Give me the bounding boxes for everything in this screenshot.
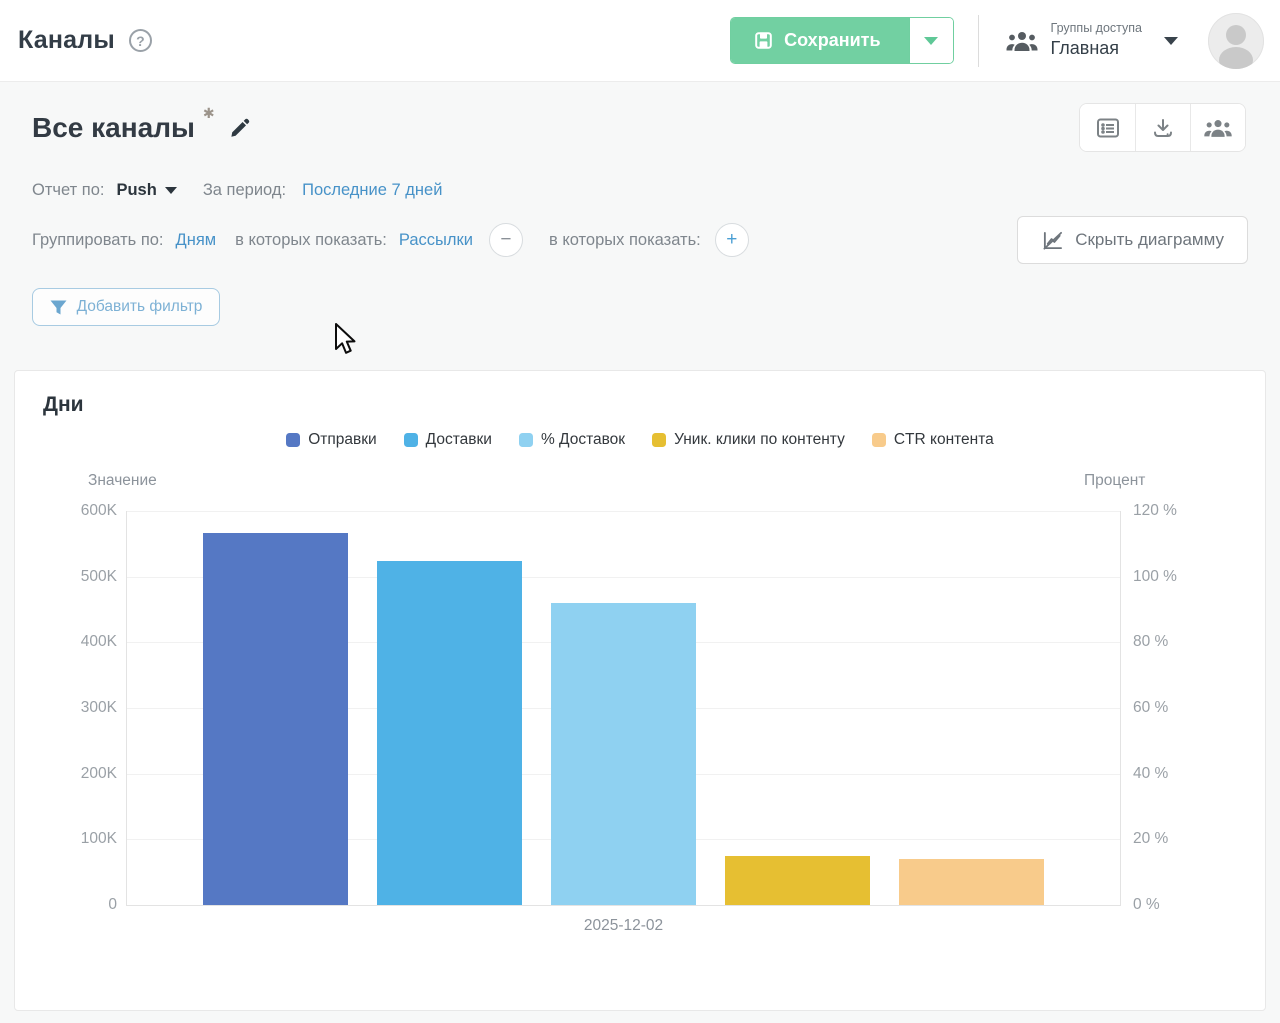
legend-swatch-icon [872, 433, 886, 447]
right-axis-title: Процент [1084, 472, 1145, 490]
remove-dimension-button[interactable]: − [489, 223, 523, 257]
save-icon [755, 32, 772, 49]
right-tick-label: 80 % [1133, 633, 1168, 651]
right-tick-label: 60 % [1133, 699, 1168, 717]
plus-icon: + [726, 229, 737, 251]
chart-title: Дни [43, 393, 84, 417]
right-tick-label: 120 % [1133, 502, 1177, 520]
bar-right-%-доставок[interactable] [551, 603, 696, 905]
share-users-button[interactable] [1190, 104, 1245, 151]
app-header: Каналы ? Сохранить Группы доступа Главна… [0, 0, 1280, 82]
hide-chart-label: Скрыть диаграмму [1075, 230, 1224, 250]
legend-swatch-icon [652, 433, 666, 447]
show-in-value-link[interactable]: Рассылки [399, 231, 473, 250]
legend-item[interactable]: Уник. клики по контенту [652, 431, 845, 449]
legend-swatch-icon [404, 433, 418, 447]
show-in-label-2: в которых показать: [549, 231, 701, 250]
left-tick-label: 300K [81, 699, 117, 717]
chevron-down-icon [1164, 37, 1178, 45]
left-tick-label: 100K [81, 830, 117, 848]
bar-left-уник.-клики-по-контенту[interactable] [725, 856, 870, 905]
left-axis-title: Значение [88, 472, 157, 490]
right-tick-label: 0 % [1133, 896, 1160, 914]
groups-icon [1005, 29, 1039, 53]
group-by-label: Группировать по: [32, 231, 164, 250]
main-content: Все каналы ✱ [0, 103, 1280, 326]
legend-label: Уник. клики по контенту [674, 431, 845, 449]
report-by-select[interactable]: Push [116, 181, 176, 200]
edit-title-icon[interactable] [229, 117, 251, 139]
access-group-value: Главная [1051, 37, 1142, 60]
save-dropdown-button[interactable] [909, 18, 953, 63]
save-button-group: Сохранить [730, 17, 953, 64]
group-by-value-link[interactable]: Дням [176, 231, 217, 250]
bar-series [127, 511, 1120, 905]
access-groups-label: Группы доступа [1051, 21, 1142, 37]
bar-right-ctr-контента[interactable] [899, 859, 1044, 905]
legend-label: CTR контента [894, 431, 994, 449]
legend-item[interactable]: % Доставок [519, 431, 625, 449]
legend-item[interactable]: Отправки [286, 431, 376, 449]
report-by-value: Push [116, 181, 156, 200]
chart-plot-area: 600K500K400K300K200K100K0 120 %100 %80 %… [126, 511, 1121, 906]
minus-icon: − [500, 229, 511, 251]
legend-label: % Доставок [541, 431, 625, 449]
header-divider [978, 15, 979, 67]
mouse-cursor [334, 323, 360, 362]
access-group-selector[interactable]: Группы доступа Главная [1005, 21, 1178, 59]
period-label: За период: [203, 181, 286, 200]
bar-left-отправки[interactable] [203, 533, 348, 905]
page-title: Каналы [18, 26, 115, 55]
report-actions [1079, 103, 1246, 152]
right-tick-label: 20 % [1133, 830, 1168, 848]
legend-swatch-icon [286, 433, 300, 447]
chart-card: Дни Отправки Доставки % Доставок Уник. клик… [14, 370, 1266, 1011]
add-filter-button[interactable]: Добавить фильтр [32, 288, 220, 326]
filter-funnel-icon [50, 300, 67, 315]
avatar[interactable] [1208, 13, 1264, 69]
right-tick-label: 100 % [1133, 568, 1177, 586]
left-tick-label: 200K [81, 765, 117, 783]
legend-label: Доставки [426, 431, 492, 449]
download-button[interactable] [1135, 104, 1190, 151]
chevron-down-icon [165, 187, 177, 194]
add-filter-label: Добавить фильтр [77, 298, 203, 316]
save-button[interactable]: Сохранить [731, 18, 908, 63]
legend-swatch-icon [519, 433, 533, 447]
report-title: Все каналы [32, 112, 195, 144]
left-tick-label: 500K [81, 568, 117, 586]
x-axis-category: 2025-12-02 [126, 917, 1121, 935]
right-tick-label: 40 % [1133, 765, 1168, 783]
chart-legend: Отправки Доставки % Доставок Уник. клики по… [15, 431, 1265, 449]
period-value-link[interactable]: Последние 7 дней [302, 181, 442, 200]
add-dimension-button[interactable]: + [715, 223, 749, 257]
help-icon[interactable]: ? [129, 29, 152, 52]
favorite-star-icon[interactable]: ✱ [203, 105, 215, 122]
hide-chart-button[interactable]: Скрыть диаграмму [1017, 216, 1248, 264]
left-tick-label: 0 [108, 896, 117, 914]
bar-left-доставки[interactable] [377, 561, 522, 905]
legend-item[interactable]: Доставки [404, 431, 492, 449]
left-tick-label: 600K [81, 502, 117, 520]
save-button-label: Сохранить [784, 30, 880, 51]
left-tick-label: 400K [81, 633, 117, 651]
legend-label: Отправки [308, 431, 376, 449]
hide-chart-icon [1041, 230, 1064, 251]
chevron-down-icon [924, 37, 938, 45]
table-view-button[interactable] [1080, 104, 1135, 151]
report-by-label: Отчет по: [32, 181, 104, 200]
legend-item[interactable]: CTR контента [872, 431, 994, 449]
show-in-label: в которых показать: [235, 231, 387, 250]
